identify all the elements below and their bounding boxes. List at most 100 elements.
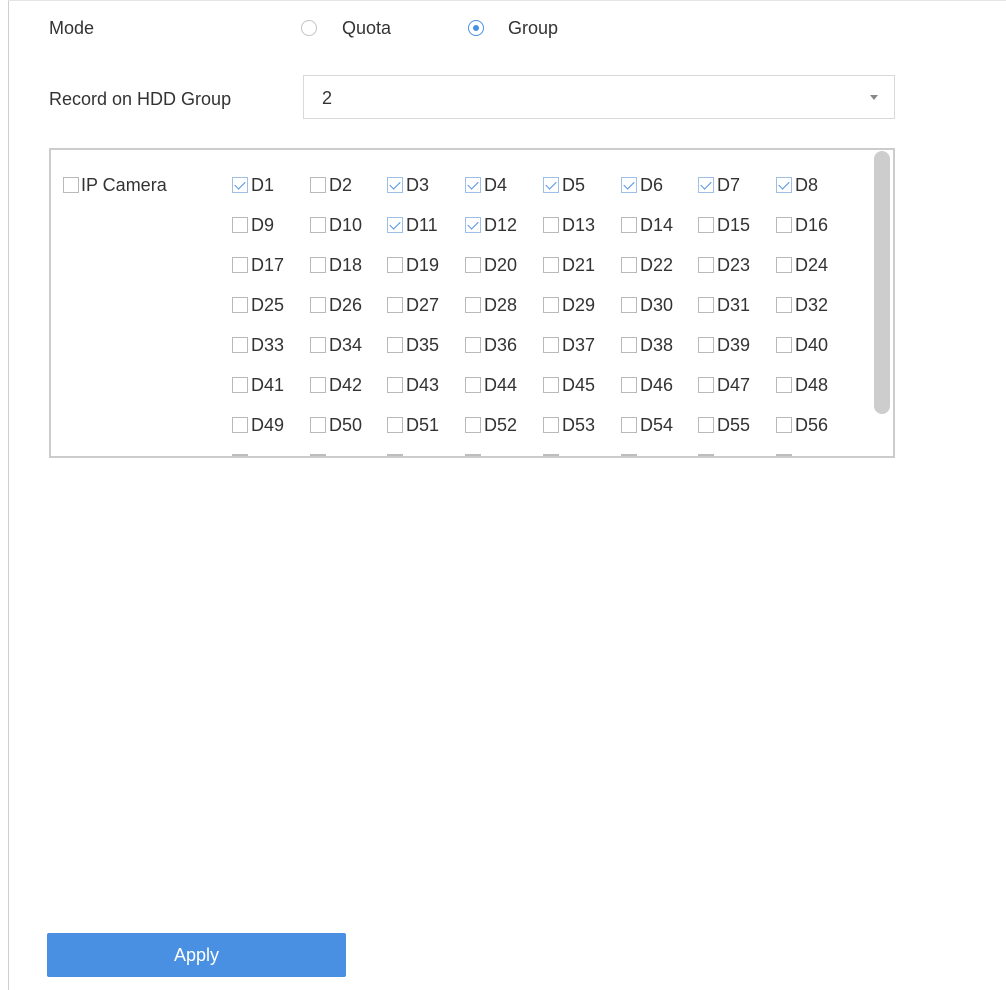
channel-label[interactable]: D37 (562, 335, 595, 355)
channel-checkbox[interactable] (465, 177, 481, 193)
channel-checkbox[interactable] (543, 377, 559, 393)
channel-checkbox[interactable] (621, 377, 637, 393)
hdd-group-select[interactable]: 2 (303, 75, 895, 119)
channel-checkbox[interactable] (232, 177, 248, 193)
channel-checkbox[interactable] (543, 177, 559, 193)
channel-checkbox[interactable] (387, 337, 403, 353)
channel-label[interactable]: D20 (484, 255, 517, 275)
channel-checkbox[interactable] (310, 337, 326, 353)
channel-label[interactable]: D27 (406, 295, 439, 315)
channel-label[interactable]: D40 (795, 335, 828, 355)
scrollbar-thumb[interactable] (874, 151, 890, 414)
channel-checkbox[interactable] (698, 417, 714, 433)
radio-quota-label[interactable]: Quota (342, 17, 391, 39)
channel-label[interactable]: D3 (406, 175, 429, 195)
ip-camera-checkbox[interactable] (63, 177, 79, 193)
channel-label[interactable]: D39 (717, 335, 750, 355)
channel-checkbox[interactable] (465, 337, 481, 353)
channel-checkbox[interactable] (621, 217, 637, 233)
channel-label[interactable]: D13 (562, 215, 595, 235)
channel-label[interactable]: D21 (562, 255, 595, 275)
channel-checkbox[interactable] (698, 257, 714, 273)
channel-checkbox[interactable] (698, 217, 714, 233)
channel-checkbox[interactable] (387, 257, 403, 273)
channel-label[interactable]: D31 (717, 295, 750, 315)
channel-label[interactable]: D15 (717, 215, 750, 235)
channel-label[interactable]: D7 (717, 175, 740, 195)
channel-label[interactable]: D52 (484, 415, 517, 435)
channel-label[interactable]: D1 (251, 175, 274, 195)
channel-checkbox[interactable] (621, 297, 637, 313)
radio-quota[interactable] (301, 20, 317, 36)
channel-checkbox[interactable] (621, 337, 637, 353)
channel-label[interactable]: D43 (406, 375, 439, 395)
ip-camera-label[interactable]: IP Camera (81, 175, 167, 195)
channel-checkbox[interactable] (543, 337, 559, 353)
channel-label[interactable]: D38 (640, 335, 673, 355)
channel-checkbox[interactable] (776, 337, 792, 353)
channel-label[interactable]: D6 (640, 175, 663, 195)
channel-label[interactable]: D28 (484, 295, 517, 315)
channel-list-scrollbar[interactable] (872, 149, 892, 457)
channel-label[interactable]: D44 (484, 375, 517, 395)
channel-label[interactable]: D34 (329, 335, 362, 355)
apply-button[interactable]: Apply (47, 933, 346, 977)
channel-label[interactable]: D47 (717, 375, 750, 395)
channel-label[interactable]: D22 (640, 255, 673, 275)
channel-checkbox[interactable] (698, 297, 714, 313)
channel-label[interactable]: D9 (251, 215, 274, 235)
channel-checkbox[interactable] (465, 377, 481, 393)
channel-checkbox[interactable] (621, 417, 637, 433)
channel-checkbox[interactable] (776, 217, 792, 233)
channel-label[interactable]: D26 (329, 295, 362, 315)
channel-checkbox[interactable] (465, 257, 481, 273)
channel-checkbox[interactable] (310, 217, 326, 233)
channel-label[interactable]: D2 (329, 175, 352, 195)
channel-checkbox[interactable] (543, 297, 559, 313)
channel-checkbox[interactable] (543, 257, 559, 273)
channel-checkbox[interactable] (776, 377, 792, 393)
channel-label[interactable]: D18 (329, 255, 362, 275)
channel-checkbox[interactable] (310, 297, 326, 313)
channel-label[interactable]: D56 (795, 415, 828, 435)
channel-checkbox[interactable] (465, 417, 481, 433)
channel-label[interactable]: D25 (251, 295, 284, 315)
channel-label[interactable]: D19 (406, 255, 439, 275)
channel-label[interactable]: D32 (795, 295, 828, 315)
channel-label[interactable]: D54 (640, 415, 673, 435)
channel-label[interactable]: D48 (795, 375, 828, 395)
channel-label[interactable]: D14 (640, 215, 673, 235)
channel-checkbox[interactable] (387, 377, 403, 393)
channel-checkbox[interactable] (621, 177, 637, 193)
channel-label[interactable]: D8 (795, 175, 818, 195)
channel-checkbox[interactable] (776, 177, 792, 193)
channel-checkbox[interactable] (232, 377, 248, 393)
channel-label[interactable]: D46 (640, 375, 673, 395)
channel-label[interactable]: D35 (406, 335, 439, 355)
channel-label[interactable]: D33 (251, 335, 284, 355)
channel-checkbox[interactable] (543, 217, 559, 233)
channel-checkbox[interactable] (387, 217, 403, 233)
channel-checkbox[interactable] (232, 297, 248, 313)
channel-label[interactable]: D36 (484, 335, 517, 355)
channel-label[interactable]: D42 (329, 375, 362, 395)
radio-group-label[interactable]: Group (508, 17, 558, 39)
channel-checkbox[interactable] (543, 417, 559, 433)
channel-label[interactable]: D4 (484, 175, 507, 195)
channel-checkbox[interactable] (698, 177, 714, 193)
channel-label[interactable]: D17 (251, 255, 284, 275)
channel-checkbox[interactable] (387, 297, 403, 313)
channel-checkbox[interactable] (232, 217, 248, 233)
channel-label[interactable]: D24 (795, 255, 828, 275)
channel-checkbox[interactable] (232, 257, 248, 273)
channel-label[interactable]: D16 (795, 215, 828, 235)
channel-checkbox[interactable] (232, 337, 248, 353)
radio-group[interactable] (468, 20, 484, 36)
channel-label[interactable]: D51 (406, 415, 439, 435)
channel-checkbox[interactable] (776, 417, 792, 433)
channel-label[interactable]: D23 (717, 255, 750, 275)
channel-checkbox[interactable] (776, 257, 792, 273)
channel-label[interactable]: D5 (562, 175, 585, 195)
channel-label[interactable]: D10 (329, 215, 362, 235)
channel-checkbox[interactable] (387, 417, 403, 433)
